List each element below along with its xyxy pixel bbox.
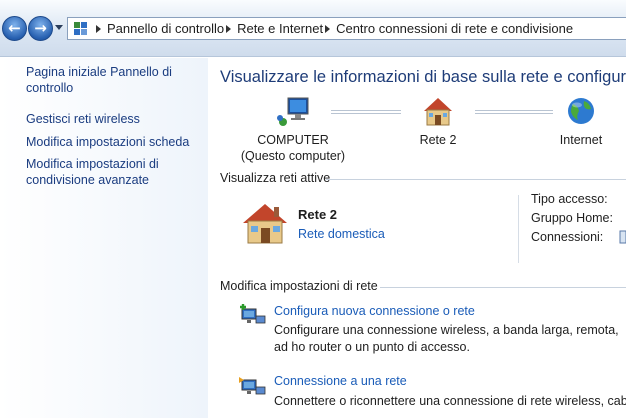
- breadcrumb-separator[interactable]: [325, 24, 331, 33]
- nav-link-adapter-settings[interactable]: Modifica impostazioni scheda: [26, 134, 204, 150]
- section-divider: [380, 287, 626, 288]
- left-nav-pane: Pagina iniziale Pannello di controllo Ge…: [0, 58, 208, 418]
- nav-link-control-panel-home[interactable]: Pagina iniziale Pannello di controllo: [26, 64, 204, 96]
- nav-link-advanced-sharing[interactable]: Modifica impostazioni di condivisione av…: [26, 156, 204, 188]
- change-settings-header: Modifica impostazioni di rete: [220, 279, 378, 293]
- connect-to-network-description: Connettere o riconnettere una connession…: [274, 394, 626, 408]
- map-node-network[interactable]: Rete 2: [403, 96, 473, 148]
- nav-link-manage-wireless[interactable]: Gestisci reti wireless: [26, 111, 204, 127]
- breadcrumb-separator[interactable]: [226, 24, 232, 33]
- connect-network-icon: [239, 377, 266, 395]
- homegroup-label: Gruppo Home:: [531, 211, 613, 225]
- section-divider: [326, 179, 626, 180]
- active-network-name: Rete 2: [298, 207, 338, 222]
- access-type-label: Tipo accesso:: [531, 192, 608, 206]
- connection-icon[interactable]: [619, 230, 626, 244]
- house-network-icon: [424, 98, 452, 126]
- active-networks-header: Visualizza reti attive: [220, 171, 331, 185]
- page-title: Visualizzare le informazioni di base sul…: [220, 68, 626, 86]
- computer-label: COMPUTER: [257, 133, 329, 147]
- recent-pages-dropdown[interactable]: [55, 25, 63, 30]
- address-bar: ← → Pannello di controllo Rete e Interne…: [0, 0, 626, 57]
- connect-to-network-link[interactable]: Connessione a una rete: [274, 374, 407, 388]
- breadcrumb[interactable]: Pannello di controllo Rete e Internet Ce…: [67, 17, 626, 40]
- breadcrumb-network-internet[interactable]: Rete e Internet: [237, 21, 323, 36]
- setup-new-connection-link[interactable]: Configura nuova connessione o rete: [274, 304, 475, 318]
- new-connection-icon: [240, 304, 266, 324]
- computer-icon: [277, 97, 309, 126]
- breadcrumb-control-panel[interactable]: Pannello di controllo: [107, 21, 224, 36]
- connections-label: Connessioni:: [531, 230, 604, 244]
- back-button[interactable]: ←: [2, 16, 27, 41]
- setup-new-connection-description: Configurare una connessione wireless, a …: [274, 323, 619, 354]
- house-icon: [243, 204, 287, 244]
- network-type-link[interactable]: Rete domestica: [298, 227, 385, 241]
- computer-sublabel: (Questo computer): [240, 149, 346, 163]
- network-label: Rete 2: [419, 133, 457, 147]
- vertical-divider: [518, 195, 519, 263]
- breadcrumb-separator[interactable]: [96, 24, 101, 33]
- main-content: Visualizzare le informazioni di base sul…: [208, 58, 626, 418]
- control-panel-icon: [74, 22, 87, 35]
- forward-arrow-icon: →: [34, 19, 47, 37]
- internet-label: Internet: [559, 133, 603, 147]
- map-connector-line: [475, 110, 553, 114]
- globe-icon: [568, 98, 594, 124]
- back-arrow-icon: ←: [8, 19, 21, 37]
- map-node-computer[interactable]: COMPUTER (Questo computer): [228, 96, 358, 164]
- map-node-internet[interactable]: Internet: [546, 96, 616, 148]
- forward-button[interactable]: →: [28, 16, 53, 41]
- breadcrumb-network-center[interactable]: Centro connessioni di rete e condivision…: [336, 21, 573, 36]
